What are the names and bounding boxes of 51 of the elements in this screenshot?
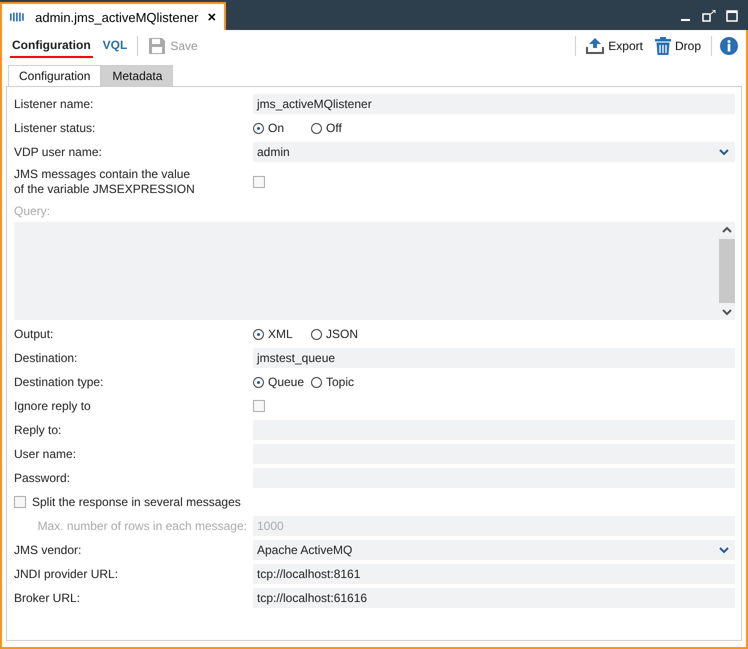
field-label: Ignore reply to (14, 398, 92, 414)
chevron-down-icon (719, 546, 729, 554)
field-label: User name: (14, 446, 78, 462)
radio-option[interactable]: JSON (311, 327, 369, 341)
field-label: JMS messages contain the value of the variable JMSEXPRESSION (14, 167, 196, 197)
view-tab[interactable]: VQL (100, 34, 130, 58)
field-label: Query: (14, 203, 52, 220)
info-icon[interactable] (720, 37, 738, 55)
radio-option[interactable]: On (253, 121, 311, 135)
upload-icon (586, 38, 604, 54)
field-label: Listener status: (14, 120, 96, 136)
view-tab[interactable]: Configuration (10, 34, 93, 58)
checkbox-label: Split the response in several messages (32, 494, 241, 510)
restore-icon[interactable] (702, 10, 716, 22)
field-label: Max. number of rows in each message: (36, 518, 248, 534)
checkbox[interactable] (14, 496, 26, 508)
text-field[interactable]: jms_activeMQlistener (253, 94, 735, 114)
tab-title: admin.jms_activeMQlistener (35, 10, 198, 24)
chevron-down-icon (719, 148, 729, 156)
text-field[interactable]: jmstest_queue (253, 348, 735, 368)
drop-button[interactable]: Drop (652, 37, 703, 55)
close-icon[interactable] (208, 12, 216, 22)
dropdown[interactable]: admin (253, 142, 735, 162)
field-label: JNDI provider URL: (14, 566, 120, 582)
trash-icon (654, 37, 671, 55)
radio-option[interactable]: Queue (253, 375, 311, 389)
export-button[interactable]: Export (584, 38, 645, 54)
tab[interactable]: Metadata (101, 65, 174, 86)
field-label: Reply to: (14, 422, 62, 438)
field-label: Output: (14, 326, 54, 342)
text-field[interactable]: tcp://localhost:8161 (253, 564, 735, 584)
text-field[interactable]: tcp://localhost:61616 (253, 588, 735, 608)
tab[interactable]: Configuration (8, 65, 102, 86)
field-label: Destination: (14, 350, 78, 366)
chevron-up-icon[interactable] (722, 226, 732, 233)
radio-option[interactable]: XML (253, 327, 311, 341)
document-tab[interactable]: admin.jms_activeMQlistener (0, 2, 226, 30)
checkbox[interactable] (253, 400, 265, 412)
maximize-icon[interactable] (726, 10, 738, 22)
radio-option[interactable]: Topic (311, 375, 369, 389)
field-label: Destination type: (14, 374, 104, 390)
field-label: Broker URL: (14, 590, 82, 606)
chevron-down-icon[interactable] (722, 309, 732, 316)
field-label: Password: (14, 470, 72, 486)
radio-option[interactable]: Off (311, 121, 369, 135)
dropdown[interactable]: Apache ActiveMQ (253, 540, 735, 560)
stripes-logo-icon (10, 11, 26, 23)
field-label: JMS vendor: (14, 542, 82, 558)
field-label: VDP user name: (14, 144, 103, 160)
checkbox[interactable] (253, 176, 265, 188)
field-label: Listener name: (14, 96, 94, 112)
